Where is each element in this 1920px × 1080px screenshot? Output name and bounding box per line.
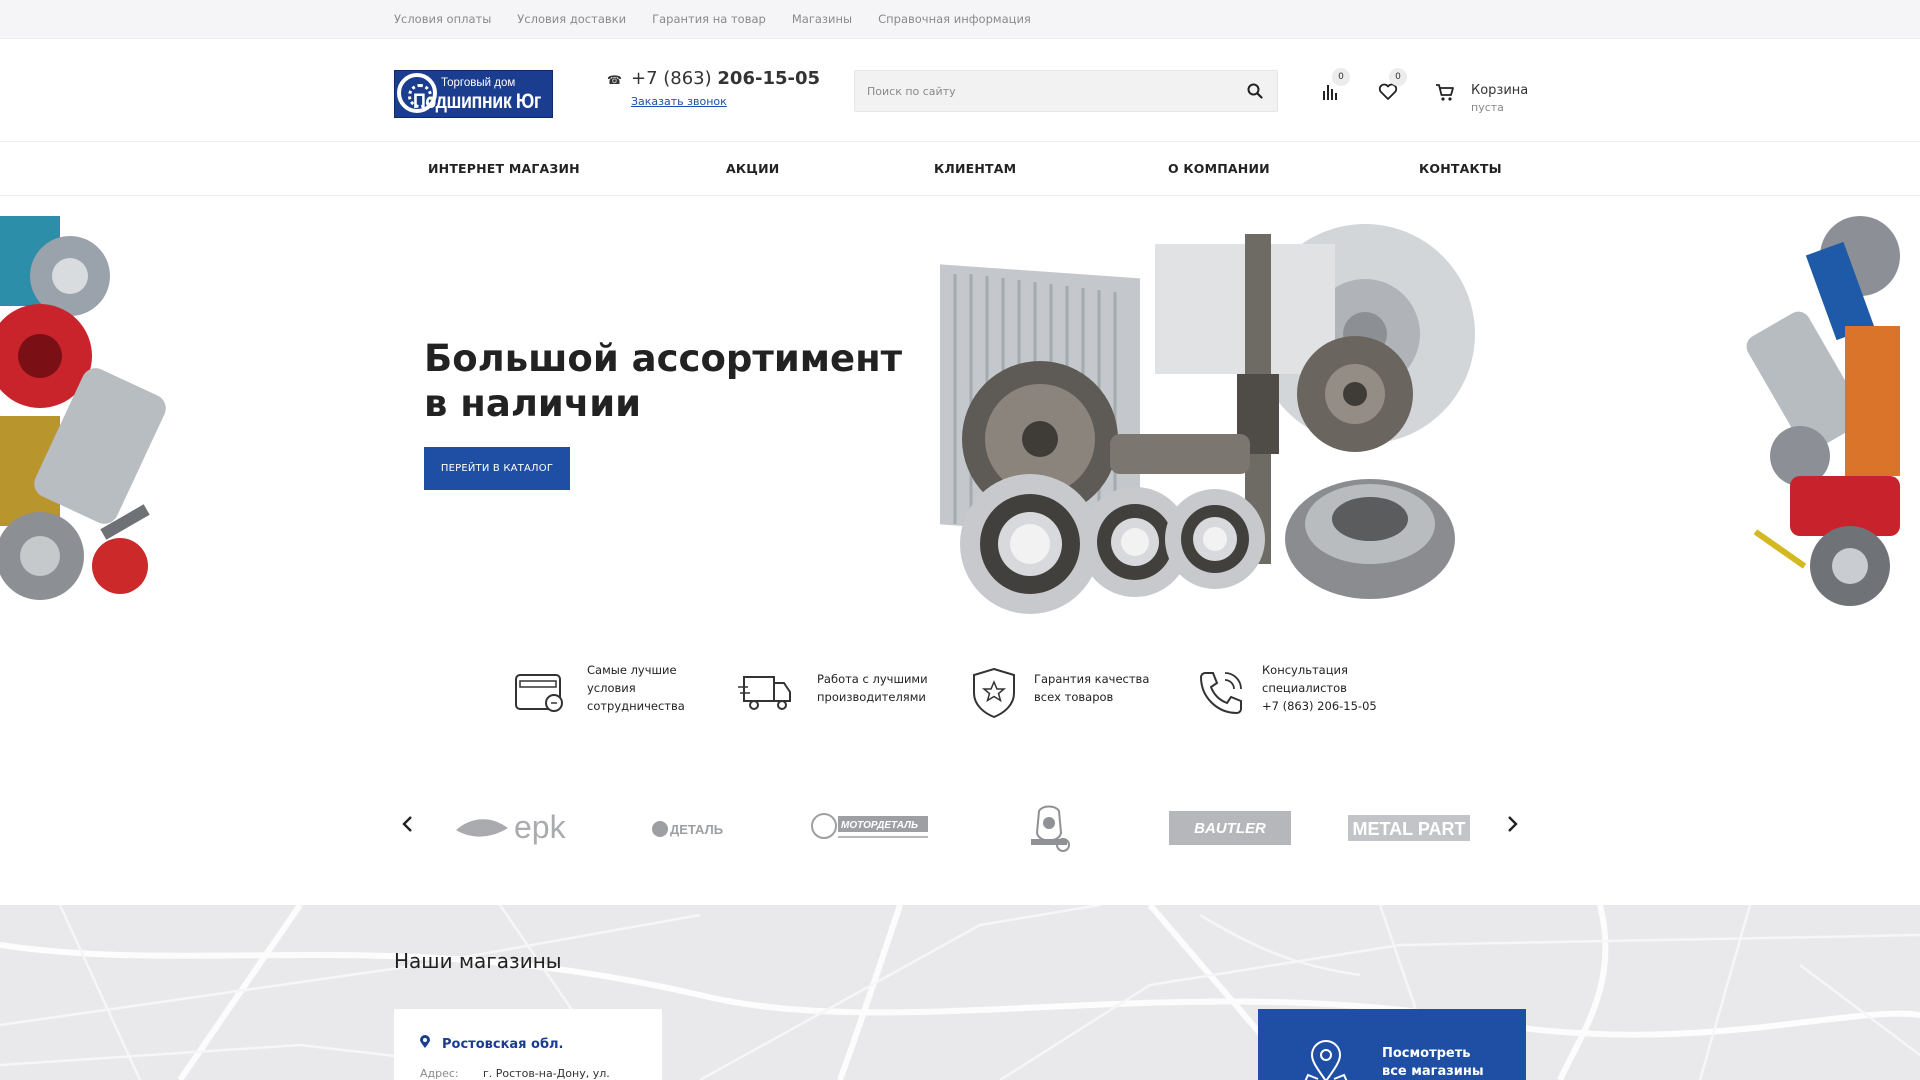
svg-text:МОТОРДЕТАЛЬ: МОТОРДЕТАЛЬ (841, 820, 918, 831)
search-box (854, 70, 1278, 112)
link-reference-info[interactable]: Справочная информация (878, 12, 1031, 26)
feature-manufacturers-text: Работа с лучшими производителями (817, 672, 928, 704)
nav-clients[interactable]: КЛИЕНТАМ (934, 161, 1016, 176)
bearings-gears-image (940, 224, 1475, 614)
carousel-prev-button[interactable] (398, 812, 418, 836)
auto-parts-left-image (0, 216, 166, 600)
svg-text:BAUTLER: BAUTLER (1194, 820, 1266, 837)
wishlist-count-badge: 0 (1389, 68, 1407, 86)
brand-bautler-logo[interactable]: BAUTLER (1169, 800, 1291, 856)
compare-count-badge: 0 (1332, 68, 1350, 86)
cart-status: пуста (1471, 101, 1504, 114)
hero-banner: Большой ассортимент в наличии ПЕРЕЙТИ В … (0, 216, 1920, 616)
delivery-truck-icon (738, 676, 791, 710)
address-label: Адрес: (420, 1067, 459, 1080)
phone-icon: ☎ (607, 73, 622, 87)
stores-section: Наши магазины Ростовская обл. Адрес: г. … (0, 905, 1920, 1080)
brand-detal-logo[interactable]: ДЕТАЛЬ (650, 800, 736, 856)
feature-consultation-text: Консультация специалистов +7 (863) 206-1… (1262, 663, 1377, 713)
logo-text-main: Подшипник Юг (413, 90, 541, 113)
nav-contacts[interactable]: КОНТАКТЫ (1419, 161, 1502, 176)
cart-label[interactable]: Корзина (1471, 83, 1528, 98)
feature-quality-text: Гарантия качества всех товаров (1034, 672, 1150, 704)
svg-text:ДЕТАЛЬ: ДЕТАЛЬ (670, 822, 723, 837)
auto-parts-right-image (1746, 216, 1900, 606)
brand-epk-logo[interactable]: epk (452, 800, 574, 856)
cart-icon[interactable] (1434, 81, 1456, 103)
brand-motordetal-mark: МОТОРДЕТАЛЬ (811, 813, 928, 839)
link-payment-terms[interactable]: Условия оплаты (394, 12, 491, 26)
view-all-stores-label: Посмотреть все магазины (1382, 1046, 1484, 1079)
main-navigation: ИНТЕРНЕТ МАГАЗИН АКЦИИ КЛИЕНТАМ О КОМПАН… (0, 143, 1920, 196)
brand-motordetal-logo[interactable]: МОТОРДЕТАЛЬ (810, 800, 932, 856)
bear-emblem-icon (1031, 805, 1070, 852)
search-input[interactable] (867, 71, 1227, 111)
shield-star-icon (973, 667, 1015, 719)
svg-text:METAL PART: METAL PART (1353, 819, 1466, 839)
phone-prefix: +7 (863) (631, 68, 712, 89)
feature-best-terms-text: Самые лучшие условия сотрудничества (587, 663, 685, 713)
wallet-card-icon (515, 674, 563, 712)
link-warranty[interactable]: Гарантия на товар (652, 12, 766, 26)
nav-online-store[interactable]: ИНТЕРНЕТ МАГАЗИН (428, 161, 580, 176)
city-map-background (0, 905, 1920, 1080)
chevron-left-icon (402, 816, 412, 832)
site-header: Торговый дом Подшипник Юг ☎ +7 (863) 206… (0, 39, 1920, 142)
store-card[interactable]: Ростовская обл. Адрес: г. Ростов-на-Дону… (394, 1009, 662, 1080)
brand-kostroma-bear-logo[interactable] (1025, 800, 1073, 856)
link-stores[interactable]: Магазины (792, 12, 852, 26)
carousel-next-button[interactable] (1502, 812, 1522, 836)
top-links: Условия оплаты Условия доставки Гарантия… (394, 12, 1031, 26)
link-delivery-terms[interactable]: Условия доставки (517, 12, 626, 26)
map-pin-icon (420, 1035, 430, 1048)
logo-text-top: Торговый дом (441, 77, 516, 89)
brand-epk-mark: epk (456, 809, 567, 845)
stores-title: Наши магазины (394, 949, 562, 973)
go-to-catalog-button[interactable]: ПЕРЕЙТИ В КАТАЛОГ (424, 447, 570, 490)
chevron-right-icon (1508, 816, 1518, 832)
phone-call-icon (1199, 672, 1242, 715)
store-region[interactable]: Ростовская обл. (442, 1037, 564, 1052)
callback-link[interactable]: Заказать звонок (631, 95, 727, 108)
map-location-icon (1304, 1040, 1348, 1080)
address-value: г. Ростов-на-Дону, ул. (483, 1067, 610, 1080)
view-all-stores-button[interactable]: Посмотреть все магазины (1258, 1009, 1526, 1080)
svg-text:epk: epk (514, 809, 567, 845)
brand-bautler-mark: BAUTLER (1169, 811, 1291, 845)
header-phone[interactable]: +7 (863) 206-15-05 (631, 68, 820, 89)
nav-promotions[interactable]: АКЦИИ (726, 161, 779, 176)
nav-about-company[interactable]: О КОМПАНИИ (1168, 161, 1270, 176)
brand-metalpart-logo[interactable]: METAL PART (1348, 800, 1470, 856)
search-icon[interactable] (1247, 83, 1263, 99)
brand-detal-mark: ДЕТАЛЬ (652, 821, 723, 837)
hero-title: Большой ассортимент в наличии (424, 337, 903, 425)
phone-number: 206-15-05 (717, 68, 821, 89)
top-info-bar: Условия оплаты Условия доставки Гарантия… (0, 0, 1920, 39)
site-logo[interactable]: Торговый дом Подшипник Юг (394, 70, 553, 118)
brand-metalpart-mark: METAL PART (1348, 815, 1470, 841)
